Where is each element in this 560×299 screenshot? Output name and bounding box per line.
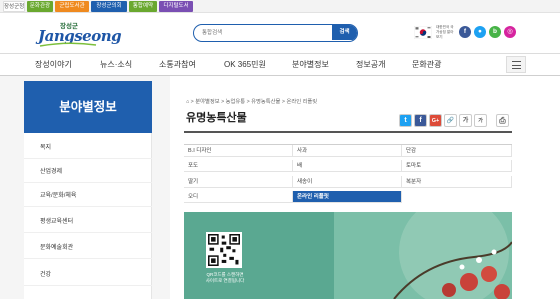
twitter-share-icon[interactable]: t [399,114,412,127]
qr-code-icon[interactable] [206,232,242,268]
nav-item-disclosure[interactable]: 정보공개 [356,54,385,76]
facebook-share-icon[interactable]: f [414,114,427,127]
product-tab-apple[interactable]: 사과 [293,145,402,157]
site-tab-digital-book[interactable]: 디지털도서 [159,1,193,12]
title-divider [184,131,512,133]
nav-item-field-info[interactable]: 분야별정보 [292,54,329,76]
product-tab-mulberry[interactable]: 오디 [184,191,293,203]
search-box: 검색 [193,24,358,42]
blog-icon[interactable]: b [489,26,501,38]
sidebar-menu: 복지 산업경제 교육/문화/체육 평생교육센터 문화예술회관 건강 [24,133,152,299]
sidebar-item-industry[interactable]: 산업경제 [24,161,152,183]
main-navigation: 장성이야기 뉴스·소식 소통과참여 OK 365민원 분야별정보 정보공개 문화… [0,53,560,76]
site-tab-culture[interactable]: 문화관광 [27,1,53,12]
site-tab-reservation[interactable]: 통합예약 [129,1,157,12]
product-tab-strawberry[interactable]: 딸기 [184,176,293,188]
sidebar-title: 분야별정보 [24,81,152,133]
font-increase-icon[interactable]: 가 [459,114,472,127]
font-decrease-icon[interactable]: 가 [474,114,487,127]
product-tab-grid: B.I 디자인 사과 단감 포도 배 토마토 딸기 새송이 복분자 오디 온라인… [184,144,512,204]
search-input[interactable] [194,25,332,40]
sidebar-item-health[interactable]: 건강 [24,264,152,286]
site-tab-library[interactable]: 군립도서관 [55,1,89,12]
product-tab-pear[interactable]: 배 [293,160,402,172]
product-tab-grape[interactable]: 포도 [184,160,293,172]
menu-hamburger-icon[interactable] [506,56,526,73]
search-button[interactable]: 검색 [332,25,357,40]
nav-item-civil-service[interactable]: OK 365민원 [224,54,266,76]
leaflet-banner: QR코드를 스캔하면 사이트로 연결됩니다 [184,212,512,299]
nav-item-culture-tourism[interactable]: 문화관광 [412,54,441,76]
sidebar-item-welfare[interactable]: 복지 [24,137,152,159]
page-title: 유명농특산물 [186,112,247,124]
facebook-icon[interactable]: f [459,26,471,38]
google-plus-share-icon[interactable]: G+ [429,114,442,127]
instagram-icon[interactable]: ◎ [504,26,516,38]
twitter-icon[interactable]: ● [474,26,486,38]
sidebar-item-arts-center[interactable]: 문화예술회관 [24,237,152,259]
site-tab-county[interactable]: 장성군청 [3,1,25,12]
site-logo[interactable]: 장성군 Jangseong [38,20,122,48]
site-links-bar: 장성군청 문화관광 군립도서관 장성군의회 통합예약 디지털도서 [0,0,560,13]
sidebar-item-lifelong-learning[interactable]: 평생교육센터 [24,211,152,233]
product-tab-online-leaflet[interactable]: 온라인 리플릿 [293,191,402,203]
sidebar-item-education[interactable]: 교육/문화/체육 [24,185,152,207]
breadcrumb: ⌂ > 분야별정보 > 농업유통 > 유명농특산물 > 온라인 리플릿 [186,99,318,105]
nav-item-participation[interactable]: 소통과참여 [159,54,196,76]
product-tab-tomato[interactable]: 토마토 [402,160,512,172]
qr-caption: QR코드를 스캔하면 사이트로 연결됩니다 [205,272,245,283]
logo-swoosh-icon [39,42,97,47]
page: 장성군청 문화관광 군립도서관 장성군의회 통합예약 디지털도서 장성군 Jan… [0,0,560,299]
site-tab-council[interactable]: 장성군의회 [91,1,127,12]
product-tab-black-raspberry[interactable]: 복분자 [402,176,512,188]
product-tab-persimmon[interactable]: 단감 [402,145,512,157]
flag-caption: 대한민국 국가상징 알아보기 [436,25,454,39]
nav-item-story[interactable]: 장성이야기 [35,54,72,76]
korean-flag-icon[interactable] [414,26,432,39]
print-icon[interactable]: ⎙ [496,114,509,127]
link-copy-icon[interactable]: 🔗 [444,114,457,127]
nav-item-news[interactable]: 뉴스·소식 [100,54,132,76]
product-tab-bi-design[interactable]: B.I 디자인 [184,145,293,157]
product-tab-king-oyster-mushroom[interactable]: 새송이 [293,176,402,188]
